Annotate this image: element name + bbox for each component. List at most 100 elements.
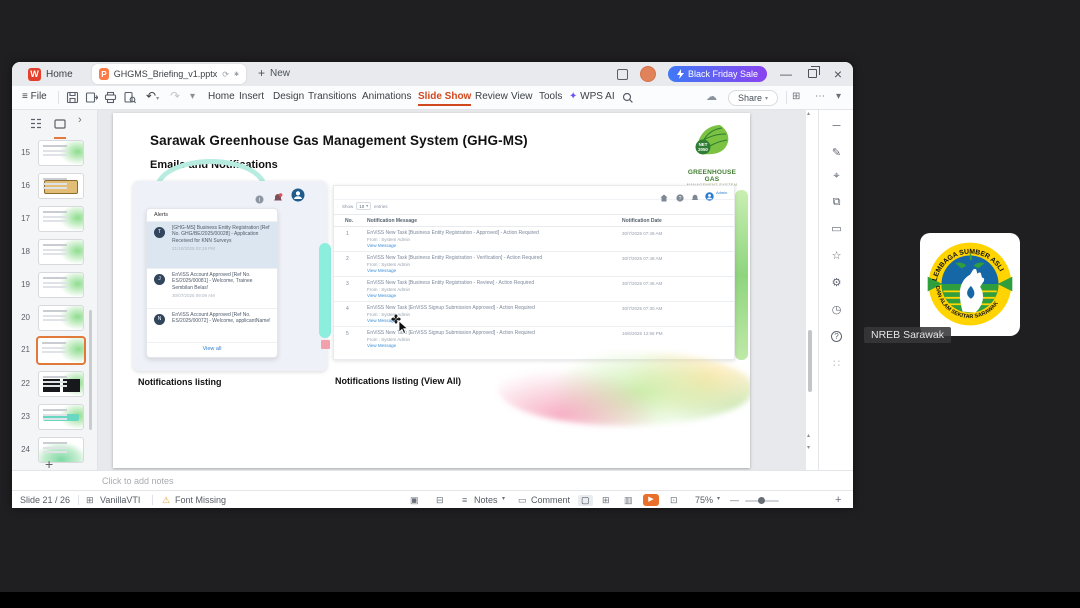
zoom-dropdown-icon[interactable]: ▾ xyxy=(717,495,720,502)
comment-label[interactable]: Comment xyxy=(531,495,570,505)
outline-view-icon[interactable] xyxy=(30,116,42,134)
comment-icon[interactable]: ▭ xyxy=(518,495,527,506)
print-icon[interactable] xyxy=(104,91,117,104)
zoom-in-button[interactable]: + xyxy=(835,494,841,506)
fullscreen-icon[interactable]: ⊡ xyxy=(670,495,678,506)
slide-thumbnail-panel: › 15 16 17 18 19 20 21 22 23 24 + xyxy=(12,110,98,472)
select-icon[interactable]: ⌖ xyxy=(819,170,853,183)
menu-tools[interactable]: Tools xyxy=(539,91,562,102)
document-tab[interactable]: P GHGMS_Briefing_v1.pptx ⟳ ✱ xyxy=(92,64,246,84)
restore-button[interactable] xyxy=(805,66,820,81)
favorites-icon[interactable]: ☆ xyxy=(819,249,853,262)
thumbnail-scrollbar[interactable] xyxy=(89,310,92,430)
settings-icon[interactable]: ⚙ xyxy=(819,276,853,289)
task-pane-icon[interactable]: ⊞ xyxy=(792,91,800,102)
scroll-up-icon[interactable]: ▴ xyxy=(807,110,810,117)
alerts-title: Alerts xyxy=(147,209,277,222)
comment-pane-icon[interactable]: ▭ xyxy=(819,222,853,235)
table-header-row: No. Notification Message Notification Da… xyxy=(334,214,734,227)
menu-view[interactable]: View xyxy=(511,91,533,102)
menu-review[interactable]: Review xyxy=(475,91,508,102)
jump-pane-icon[interactable]: ⊟ xyxy=(436,495,444,506)
print-preview-icon[interactable] xyxy=(123,91,136,104)
normal-view-icon[interactable]: ▢ xyxy=(578,495,593,506)
close-button[interactable]: × xyxy=(831,66,845,82)
zoom-slider-handle[interactable] xyxy=(758,497,765,504)
menu-design[interactable]: Design xyxy=(273,91,304,102)
slide-21[interactable]: Sarawak Greenhouse Gas Management System… xyxy=(113,113,750,468)
new-tab-label: New xyxy=(270,67,291,79)
qat-more-icon[interactable]: ▾ xyxy=(190,91,195,102)
notes-area[interactable]: Click to add notes xyxy=(12,470,853,490)
slide-view-icon[interactable] xyxy=(54,116,66,139)
collapse-ribbon-icon[interactable]: ▾ xyxy=(836,91,841,102)
shapes-icon[interactable]: ⧉ xyxy=(819,196,853,209)
share-button[interactable]: Share ▾ xyxy=(728,90,778,106)
history-icon[interactable]: ◷ xyxy=(819,303,853,316)
slide-thumbnail-15[interactable] xyxy=(38,140,84,166)
alert-time: 21/10/2025 02:19 PM xyxy=(172,246,216,252)
promo-button[interactable]: Black Friday Sale xyxy=(667,66,767,82)
info-icon: i xyxy=(255,191,264,209)
account-avatar[interactable] xyxy=(639,66,656,82)
help-icon[interactable]: ? xyxy=(819,330,853,342)
minimize-button[interactable]: — xyxy=(779,67,793,81)
previous-slide-icon[interactable]: ▴ xyxy=(807,432,810,439)
slideshow-play-button[interactable]: ▶ xyxy=(643,494,659,506)
undo-button[interactable]: ↶▾ xyxy=(146,89,159,103)
edit-tools-icon[interactable]: ✎ xyxy=(819,146,853,159)
multi-window-icon[interactable] xyxy=(616,68,628,80)
menu-wps-ai[interactable]: ✦ WPS AI xyxy=(569,91,615,102)
menu-insert[interactable]: Insert xyxy=(239,91,264,102)
thumb-num: 24 xyxy=(21,445,30,454)
home-tab[interactable]: W Home xyxy=(20,65,81,83)
view-message-link: View Message xyxy=(367,293,397,299)
canvas-scrollbar-thumb[interactable] xyxy=(808,330,812,392)
more-options-icon[interactable]: ⋯ xyxy=(815,91,825,102)
slide-thumbnail-16[interactable] xyxy=(38,173,84,199)
search-icon[interactable] xyxy=(622,91,634,109)
font-missing-label[interactable]: Font Missing xyxy=(175,495,226,505)
notes-toggle-label[interactable]: Notes xyxy=(474,495,498,505)
zoom-out-button[interactable]: — xyxy=(730,495,739,505)
collapse-pane-icon[interactable]: ─ xyxy=(819,120,853,132)
slide-thumbnail-21-selected[interactable] xyxy=(36,336,86,365)
new-tab-button[interactable]: + New xyxy=(258,66,290,80)
expand-panel-icon[interactable]: › xyxy=(78,114,82,126)
thumb-num: 15 xyxy=(21,148,30,157)
slide-sorter-view-icon[interactable]: ⊞ xyxy=(602,495,610,506)
cloud-sync-icon[interactable]: ☁ xyxy=(706,90,717,103)
theme-name[interactable]: VanillaVTI xyxy=(100,495,140,505)
notes-dropdown-icon[interactable]: ▾ xyxy=(502,495,505,502)
next-slide-icon[interactable]: ▾ xyxy=(807,444,810,451)
canvas-scrollbar[interactable]: ▴ ▴ ▾ xyxy=(806,110,816,470)
slide-thumbnail-18[interactable] xyxy=(38,239,84,265)
menu-transitions[interactable]: Transitions xyxy=(308,91,357,102)
slide-thumbnail-22[interactable] xyxy=(38,371,84,397)
save-as-icon[interactable] xyxy=(85,91,98,104)
menu-home[interactable]: Home xyxy=(208,91,235,102)
normal-view-shortcut-icon[interactable]: ▣ xyxy=(410,495,419,506)
thumb-num: 16 xyxy=(21,181,30,190)
slide-thumbnail-17[interactable] xyxy=(38,206,84,232)
redo-button[interactable]: ↷ xyxy=(170,89,180,103)
design-template-icon[interactable]: ⊞ xyxy=(86,495,94,506)
zoom-level[interactable]: 75% xyxy=(695,495,713,505)
reading-view-icon[interactable]: ▥ xyxy=(624,495,633,506)
notes-toggle-icon[interactable]: ≡ xyxy=(462,495,467,505)
alert-avatar: J xyxy=(154,274,165,285)
save-icon[interactable] xyxy=(66,91,79,104)
apps-grid-icon[interactable]: ∷ xyxy=(819,357,853,370)
file-menu[interactable]: ≡ File xyxy=(22,91,47,102)
ghgms-globe-icon: NET 2050 xyxy=(691,121,733,163)
slide-thumbnail-19[interactable] xyxy=(38,272,84,298)
svg-text:i: i xyxy=(259,198,260,204)
bell-icon xyxy=(691,189,699,207)
statusbar: Slide 21 / 26 ⊞ VanillaVTI ⚠ Font Missin… xyxy=(12,490,853,508)
slide-thumbnail-20[interactable] xyxy=(38,305,84,331)
menu-animations[interactable]: Animations xyxy=(362,91,411,102)
alert-text: [GHG-MS] Business Entity Registration [R… xyxy=(172,225,270,244)
menu-slide-show[interactable]: Slide Show xyxy=(418,91,472,106)
slide-thumbnail-23[interactable] xyxy=(38,404,84,430)
view-message-link: View Message xyxy=(367,268,397,274)
